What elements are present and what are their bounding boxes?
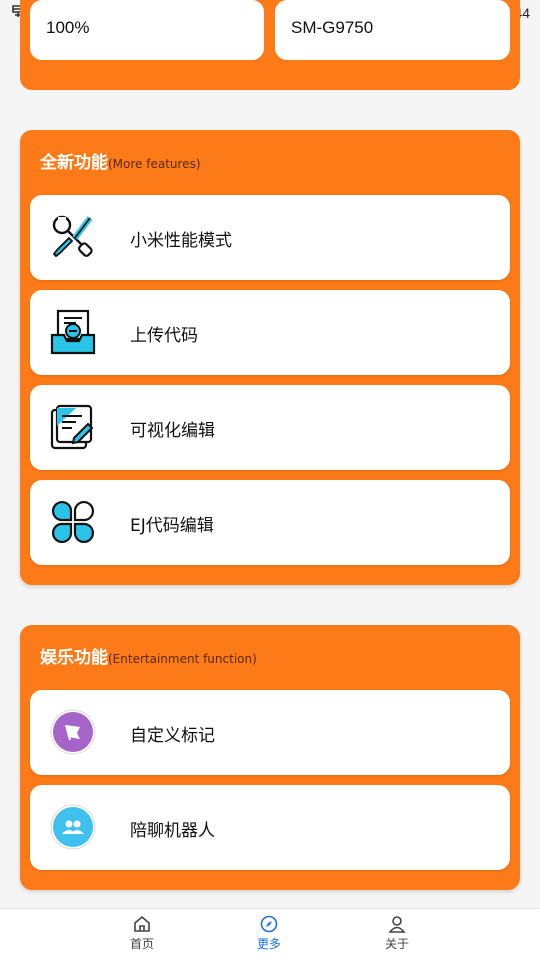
feature-item-label: 可视化编辑 [130, 421, 215, 441]
device-info-right: SM-G9750 [275, 0, 510, 60]
feature-item-xiaomi-performance[interactable]: 小米性能模式 [30, 195, 510, 280]
entertainment-section: 娱乐功能(Entertainment function) 自定义标记 陪聊机器人 [20, 625, 520, 890]
compass-icon [239, 915, 299, 933]
device-info-right-value: SM-G9750 [291, 18, 374, 37]
entertainment-item-chat-bot[interactable]: 陪聊机器人 [30, 785, 510, 870]
clover-grid-icon [50, 499, 96, 545]
entertainment-title-text: 娱乐功能 [40, 648, 108, 668]
device-info-card: 100% SM-G9750 [20, 0, 520, 90]
nav-item-label: 关于 [384, 937, 409, 951]
entertainment-item-label: 自定义标记 [130, 726, 215, 746]
new-features-title: 全新功能(More features) [40, 148, 201, 173]
nav-item-more[interactable]: 更多 [239, 915, 299, 952]
feature-item-label: 上传代码 [130, 326, 198, 346]
nav-item-about[interactable]: 关于 [367, 915, 427, 952]
nav-item-label: 更多 [256, 937, 281, 951]
nav-item-label: 首页 [129, 937, 154, 951]
entertainment-subtitle: (Entertainment function) [108, 652, 257, 666]
nav-item-home[interactable]: 首页 [112, 915, 172, 952]
device-info-left-value: 100% [46, 18, 90, 37]
entertainment-title: 娱乐功能(Entertainment function) [40, 643, 257, 668]
entertainment-item-label: 陪聊机器人 [130, 821, 215, 841]
feature-item-upload-code[interactable]: 上传代码 [30, 290, 510, 375]
flag-badge-icon [50, 709, 96, 755]
tools-icon [50, 214, 96, 260]
home-icon [112, 915, 172, 933]
new-features-section: 全新功能(More features) 小米性能模式 上传代码 可视化编辑 EJ… [20, 130, 520, 585]
feature-item-visual-edit[interactable]: 可视化编辑 [30, 385, 510, 470]
feature-item-label: 小米性能模式 [130, 231, 232, 251]
bottom-nav: 首页 更多 关于 [0, 908, 540, 960]
edit-document-icon [50, 404, 96, 450]
upload-tray-icon [50, 309, 96, 355]
device-info-left: 100% [30, 0, 264, 60]
person-icon [367, 915, 427, 933]
people-badge-icon [50, 804, 96, 850]
entertainment-item-custom-mark[interactable]: 自定义标记 [30, 690, 510, 775]
new-features-title-text: 全新功能 [40, 153, 108, 173]
feature-item-label: EJ代码编辑 [130, 516, 214, 536]
feature-item-ej-code-edit[interactable]: EJ代码编辑 [30, 480, 510, 565]
new-features-subtitle: (More features) [108, 157, 201, 171]
